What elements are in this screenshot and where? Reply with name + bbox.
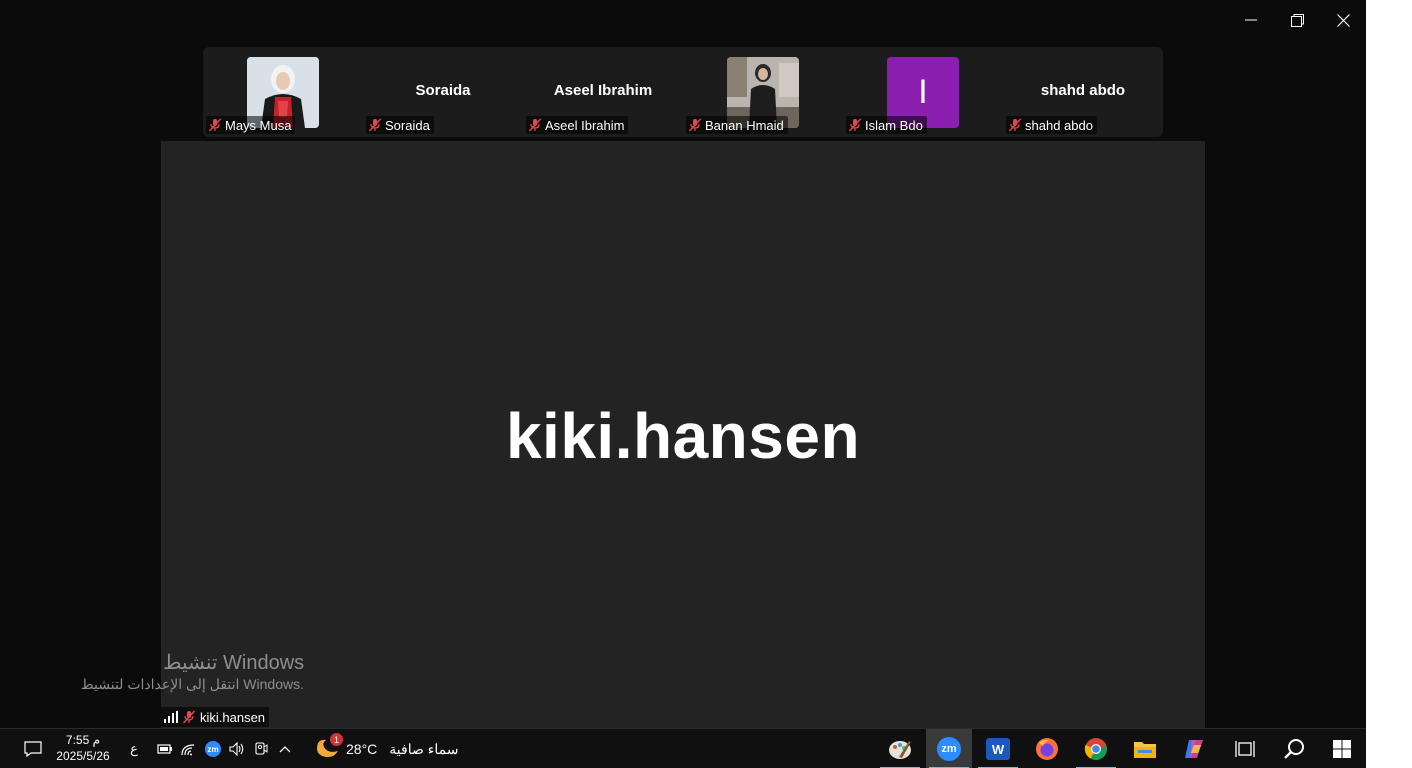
participant-tile-name: Soraida — [415, 82, 471, 99]
volume-tray-button[interactable] — [226, 729, 248, 768]
microphone-muted-icon — [208, 118, 222, 132]
wifi-icon — [181, 744, 195, 756]
participant-name: Soraida — [385, 117, 430, 133]
chrome-icon — [1084, 738, 1107, 760]
participant-tile[interactable]: Mays Musa — [203, 47, 363, 137]
participant-strip: Mays Musa Soraida Soraida Aseel Ibrahim — [203, 47, 1163, 137]
active-speaker-name: kiki.hansen — [505, 400, 861, 472]
activation-watermark-title: تنشيط Windows — [163, 652, 305, 674]
task-view-button[interactable] — [1222, 729, 1268, 768]
volume-icon — [229, 742, 244, 756]
taskbar-app-copilot[interactable] — [1171, 729, 1217, 768]
activation-watermark-subtitle: انتقل إلى الإعدادات لتنشيط Windows. — [80, 676, 304, 692]
participant-name-label: shahd abdo — [1006, 116, 1097, 134]
restore-icon — [1290, 13, 1304, 27]
battery-icon — [157, 744, 172, 754]
weather-condition: سماء صافية — [389, 740, 459, 757]
participant-name-label: Aseel Ibrahim — [526, 116, 629, 134]
notification-center-button[interactable] — [18, 729, 48, 768]
weather-alert-badge: 1 — [330, 733, 343, 746]
participant-tile-name: Aseel Ibrahim — [553, 82, 653, 99]
minimize-icon — [1245, 19, 1257, 21]
weather-moon-icon: 1 — [312, 733, 343, 761]
taskbar-app-firefox[interactable] — [1024, 729, 1070, 768]
close-button[interactable] — [1327, 6, 1359, 34]
participant-tile[interactable]: I Islam Bdo — [843, 47, 1003, 137]
chevron-up-icon — [279, 746, 291, 753]
windows-logo-icon — [1333, 740, 1351, 758]
zoom-tray-button[interactable]: zm — [202, 729, 224, 768]
folder-icon — [1134, 742, 1156, 758]
taskbar: 7:55 م 2025/5/26 ع zm 1 28°C سماء صافية … — [0, 728, 1366, 768]
network-tray-button[interactable] — [178, 729, 200, 768]
input-language-indicator[interactable]: ع — [124, 729, 144, 768]
participant-tile[interactable]: shahd abdo shahd abdo — [1003, 47, 1163, 137]
minimize-button[interactable] — [1235, 6, 1267, 34]
participant-tile[interactable]: Banan Hmaid — [683, 47, 843, 137]
notification-icon — [24, 741, 42, 757]
start-button[interactable] — [1319, 729, 1365, 768]
participant-name-label: Mays Musa — [206, 116, 296, 134]
microphone-muted-icon — [688, 118, 702, 132]
participant-tile[interactable]: Aseel Ibrahim Aseel Ibrahim — [523, 47, 683, 137]
paint-app-icon — [889, 741, 911, 759]
participant-name-label: Banan Hmaid — [686, 116, 788, 134]
task-view-icon — [1235, 741, 1255, 757]
search-icon — [1284, 739, 1304, 759]
weather-temperature: 28°C — [346, 741, 378, 757]
participant-name: shahd abdo — [1025, 117, 1093, 133]
copilot-icon — [1185, 740, 1203, 758]
participant-name: Banan Hmaid — [705, 117, 784, 133]
battery-tray-button[interactable] — [154, 729, 176, 768]
microphone-muted-icon — [528, 118, 542, 132]
taskbar-app-word[interactable]: W — [975, 729, 1021, 768]
taskbar-app-chrome[interactable] — [1073, 729, 1119, 768]
clock-date: 2025/5/26 — [56, 749, 110, 763]
clock-time: 7:55 م — [65, 733, 101, 747]
signal-strength-icon — [164, 711, 178, 723]
participant-name: Islam Bdo — [865, 117, 923, 133]
close-icon — [1336, 13, 1350, 27]
restore-button[interactable] — [1281, 6, 1313, 34]
weather-widget[interactable]: 1 28°C سماء صافية — [312, 729, 462, 768]
participant-tile-name: shahd abdo — [1040, 82, 1126, 99]
participant-name-label: Soraida — [366, 116, 434, 134]
taskbar-app-zoom[interactable]: zm — [926, 729, 972, 768]
firefox-icon — [1036, 738, 1058, 760]
microphone-muted-icon — [368, 118, 382, 132]
microphone-muted-icon — [1008, 118, 1022, 132]
taskbar-clock[interactable]: 7:55 م 2025/5/26 — [52, 732, 114, 764]
zoom-app-icon: zm — [937, 737, 961, 761]
microphone-muted-icon — [848, 118, 862, 132]
camera-tray-button[interactable] — [250, 729, 272, 768]
participant-name-label: Islam Bdo — [846, 116, 927, 134]
taskbar-app-paint[interactable] — [877, 729, 923, 768]
screen: Mays Musa Soraida Soraida Aseel Ibrahim — [0, 0, 1366, 768]
microphone-muted-icon — [182, 710, 196, 724]
active-speaker-view[interactable]: kiki.hansen kiki.hansen — [161, 141, 1205, 728]
active-speaker-label-name: kiki.hansen — [200, 709, 266, 725]
word-app-icon: W — [986, 738, 1010, 760]
zoom-tray-icon: zm — [205, 741, 221, 757]
webcam-icon — [255, 742, 268, 755]
participant-name: Mays Musa — [225, 117, 292, 133]
show-hidden-icons-button[interactable] — [274, 729, 296, 768]
search-button[interactable] — [1271, 729, 1317, 768]
participant-name: Aseel Ibrahim — [545, 117, 625, 133]
taskbar-app-file-explorer[interactable] — [1122, 729, 1168, 768]
participant-tile[interactable]: Soraida Soraida — [363, 47, 523, 137]
active-speaker-label: kiki.hansen — [161, 707, 270, 727]
